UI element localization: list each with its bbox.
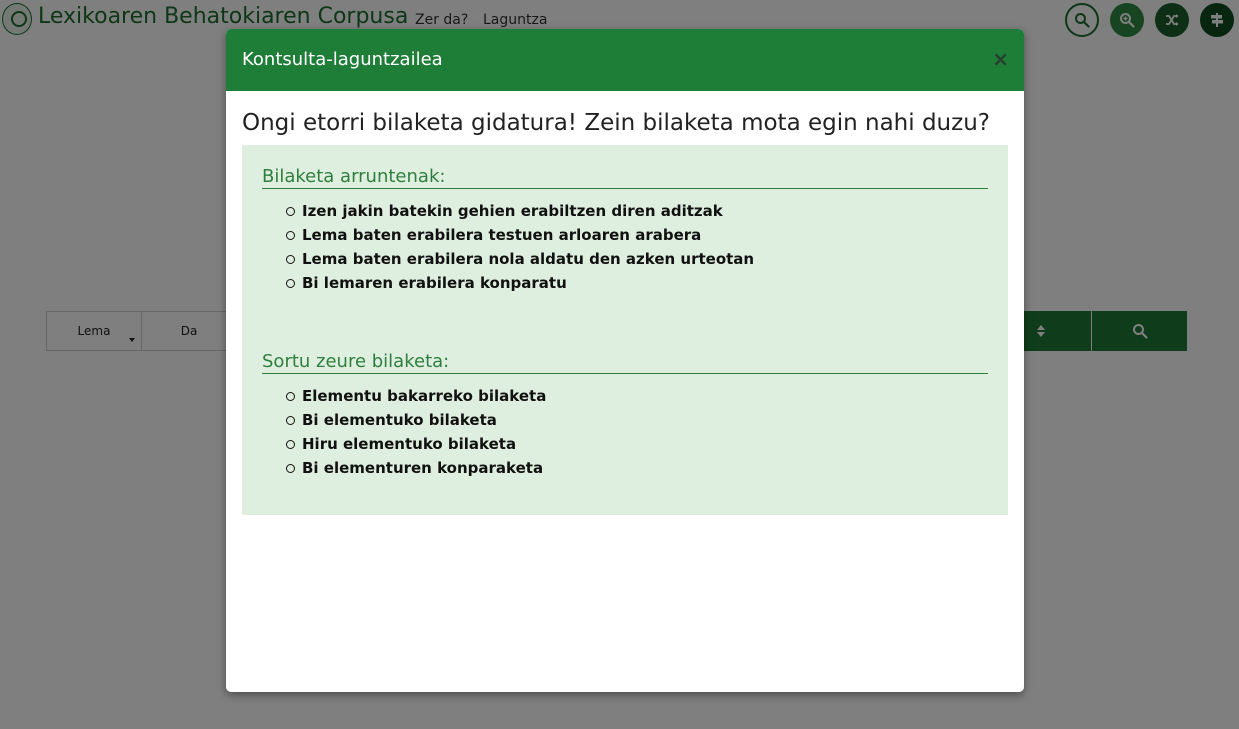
page: Lexikoaren Behatokiaren Corpusa Zer da? … [0, 0, 1239, 729]
list-item-label: Lema baten erabilera testuen arloaren ar… [302, 226, 702, 244]
bullet-icon [286, 231, 295, 240]
list-item-label: Lema baten erabilera nola aldatu den azk… [302, 250, 755, 268]
search-options-panel: Bilaketa arruntenak: Izen jakin batekin … [242, 145, 1008, 515]
modal-title: Kontsulta-laguntzailea [242, 49, 443, 70]
list-item[interactable]: Lema baten erabilera testuen arloaren ar… [286, 225, 754, 249]
list-item[interactable]: Bi elementuren konparaketa [286, 458, 546, 482]
list-item[interactable]: Elementu bakarreko bilaketa [286, 386, 546, 410]
list-item-label: Bi lemaren erabilera konparatu [302, 274, 567, 292]
modal-heading: Ongi etorri bilaketa gidatura! Zein bila… [242, 110, 990, 136]
list-item[interactable]: Bi lemaren erabilera konparatu [286, 273, 754, 297]
bullet-icon [286, 207, 295, 216]
section-title-custom: Sortu zeure bilaketa: [262, 351, 988, 374]
query-assistant-modal: Kontsulta-laguntzailea × Ongi etorri bil… [226, 29, 1024, 692]
list-item-label: Elementu bakarreko bilaketa [302, 387, 547, 405]
bullet-icon [286, 440, 295, 449]
list-item-label: Bi elementuren konparaketa [302, 459, 544, 477]
bullet-icon [286, 255, 295, 264]
modal-header: Kontsulta-laguntzailea × [226, 29, 1024, 91]
close-icon[interactable]: × [992, 48, 1009, 70]
bullet-icon [286, 416, 295, 425]
list-item-label: Izen jakin batekin gehien erabiltzen dir… [302, 202, 723, 220]
list-item[interactable]: Lema baten erabilera nola aldatu den azk… [286, 249, 754, 273]
common-search-list: Izen jakin batekin gehien erabiltzen dir… [286, 201, 754, 297]
list-item-label: Hiru elementuko bilaketa [302, 435, 517, 453]
list-item[interactable]: Izen jakin batekin gehien erabiltzen dir… [286, 201, 754, 225]
list-item-label: Bi elementuko bilaketa [302, 411, 497, 429]
bullet-icon [286, 392, 295, 401]
bullet-icon [286, 464, 295, 473]
section-title-common: Bilaketa arruntenak: [262, 166, 988, 189]
bullet-icon [286, 279, 295, 288]
custom-search-list: Elementu bakarreko bilaketa Bi elementuk… [286, 386, 546, 482]
list-item[interactable]: Hiru elementuko bilaketa [286, 434, 546, 458]
list-item[interactable]: Bi elementuko bilaketa [286, 410, 546, 434]
